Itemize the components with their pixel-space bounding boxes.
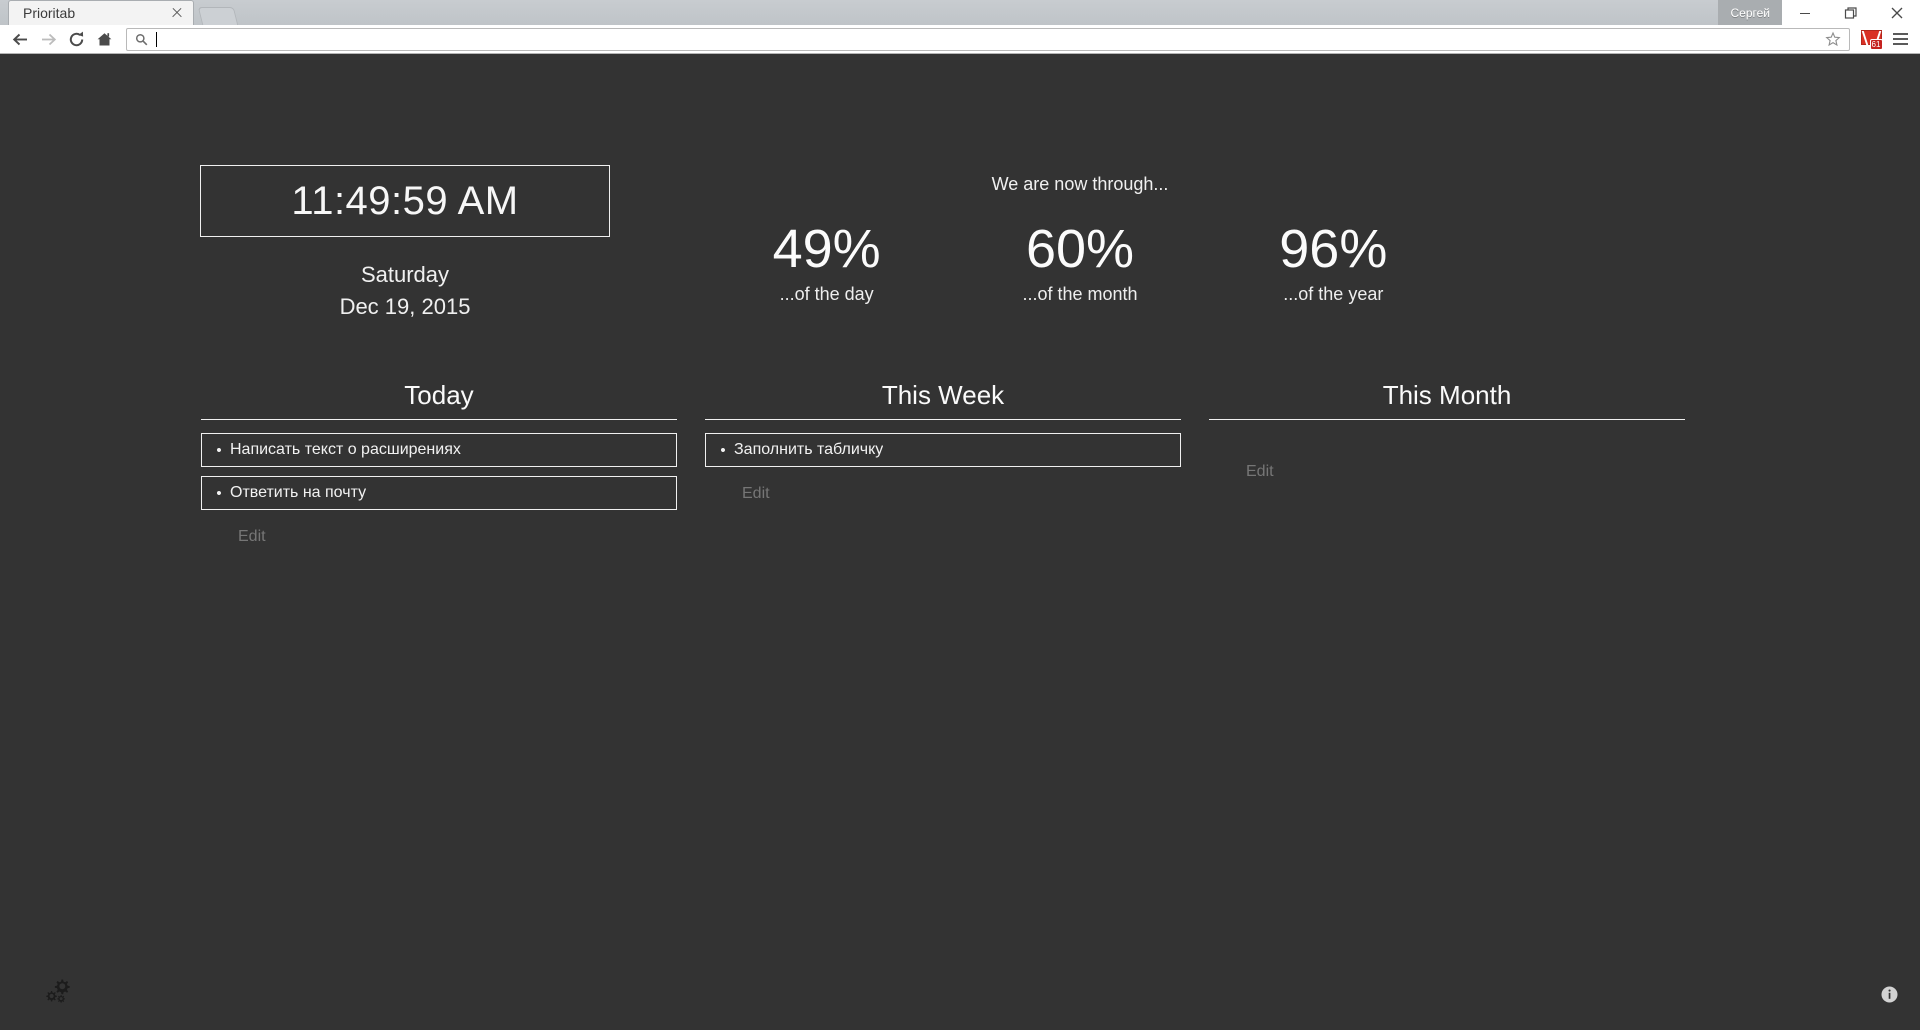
- minimize-icon: [1800, 12, 1810, 14]
- info-icon: [1881, 986, 1898, 1003]
- profile-name: Сергей: [1730, 5, 1770, 20]
- task-columns: Today • Написать текст о расширениях • О…: [0, 380, 1920, 546]
- task-column-this-week: This Week • Заполнить табличку Edit: [691, 380, 1195, 546]
- gmail-extension-button[interactable]: 61: [1856, 26, 1886, 53]
- task-list-this-week: • Заполнить табличку Edit: [691, 433, 1195, 503]
- column-divider: [201, 419, 677, 420]
- task-text: Заполнить табличку: [734, 441, 884, 458]
- window-controls-group: Сергей: [1718, 0, 1920, 25]
- column-title-this-month: This Month: [1382, 380, 1512, 410]
- new-tab-button[interactable]: [197, 7, 239, 25]
- task-text: Написать текст о расширениях: [230, 441, 461, 458]
- task-column-this-month: This Month Edit: [1195, 380, 1699, 546]
- column-title-this-week: This Week: [881, 380, 1005, 410]
- edit-link-this-month[interactable]: Edit: [1246, 463, 1274, 481]
- forward-arrow-icon: [41, 33, 56, 45]
- browser-menu-button[interactable]: [1886, 26, 1914, 53]
- progress-row: 49% ...of the day 60% ...of the month 96…: [700, 221, 1460, 305]
- forward-button[interactable]: [34, 26, 62, 53]
- address-bar[interactable]: [126, 27, 1850, 51]
- browser-chrome: Prioritab Сергей 61: [0, 0, 1920, 54]
- progress-label-month: ...of the month: [1022, 283, 1138, 304]
- restore-icon: [1844, 6, 1857, 19]
- progress-percent-month: 60%: [1025, 219, 1135, 279]
- task-item[interactable]: • Написать текст о расширениях: [201, 433, 677, 467]
- task-text: Ответить на почту: [230, 484, 367, 501]
- tab-title: Prioritab: [23, 4, 76, 21]
- back-button[interactable]: [6, 26, 34, 53]
- tab-close-icon[interactable]: [169, 5, 185, 21]
- window-close-button[interactable]: [1874, 0, 1920, 25]
- close-icon: [1891, 7, 1903, 18]
- home-button[interactable]: [90, 26, 118, 53]
- browser-tab[interactable]: Prioritab: [8, 0, 194, 25]
- column-divider: [1209, 419, 1685, 420]
- current-date: Dec 19, 2015: [339, 294, 471, 319]
- task-item[interactable]: • Заполнить табличку: [705, 433, 1181, 467]
- browser-toolbar: 61: [0, 25, 1920, 54]
- bullet-icon: •: [216, 441, 222, 459]
- progress-block: We are now through... 49% ...of the day …: [700, 174, 1820, 305]
- progress-label-day: ...of the day: [779, 283, 874, 304]
- progress-percent-day: 49%: [772, 219, 881, 279]
- gears-settings-icon: [46, 979, 70, 1003]
- reload-button[interactable]: [62, 26, 90, 53]
- task-column-today: Today • Написать текст о расширениях • О…: [187, 380, 691, 546]
- window-minimize-button[interactable]: [1782, 0, 1828, 25]
- reload-icon: [69, 31, 83, 46]
- bullet-icon: •: [720, 441, 726, 459]
- progress-label-year: ...of the year: [1283, 283, 1384, 304]
- progress-cell-year: 96% ...of the year: [1207, 221, 1460, 305]
- text-cursor: [156, 31, 157, 47]
- gmail-icon: 61: [1860, 29, 1883, 50]
- bullet-icon: •: [216, 484, 222, 502]
- extension-badge-count: 61: [1869, 38, 1883, 50]
- progress-cell-month: 60% ...of the month: [953, 221, 1206, 305]
- progress-heading: We are now through...: [991, 174, 1169, 194]
- edit-link-today[interactable]: Edit: [238, 528, 266, 546]
- home-icon: [97, 32, 111, 45]
- profile-button[interactable]: Сергей: [1718, 0, 1782, 25]
- clock-block: 11:49:59 AM Saturday Dec 19, 2015: [200, 165, 610, 320]
- task-list-today: • Написать текст о расширениях • Ответит…: [187, 433, 691, 546]
- tab-strip: Prioritab Сергей: [0, 0, 1920, 25]
- clock-box: 11:49:59 AM: [200, 165, 610, 237]
- info-button[interactable]: [1881, 986, 1898, 1003]
- task-item[interactable]: • Ответить на почту: [201, 476, 677, 510]
- column-divider: [705, 419, 1181, 420]
- edit-link-this-week[interactable]: Edit: [742, 485, 770, 503]
- progress-percent-year: 96%: [1279, 219, 1388, 279]
- back-arrow-icon: [12, 33, 27, 45]
- progress-cell-day: 49% ...of the day: [700, 221, 953, 305]
- current-time: 11:49:59 AM: [291, 178, 519, 223]
- star-icon[interactable]: [1823, 29, 1843, 49]
- prioritab-newtab-page: 11:49:59 AM Saturday Dec 19, 2015 We are…: [0, 54, 1920, 1028]
- window-restore-button[interactable]: [1828, 0, 1874, 25]
- column-title-today: Today: [404, 380, 474, 410]
- current-day-name: Saturday: [360, 262, 450, 287]
- settings-button[interactable]: [40, 972, 74, 1006]
- search-icon: [133, 31, 149, 47]
- task-list-this-month: Edit: [1195, 433, 1699, 481]
- hamburger-menu-icon: [1892, 33, 1908, 35]
